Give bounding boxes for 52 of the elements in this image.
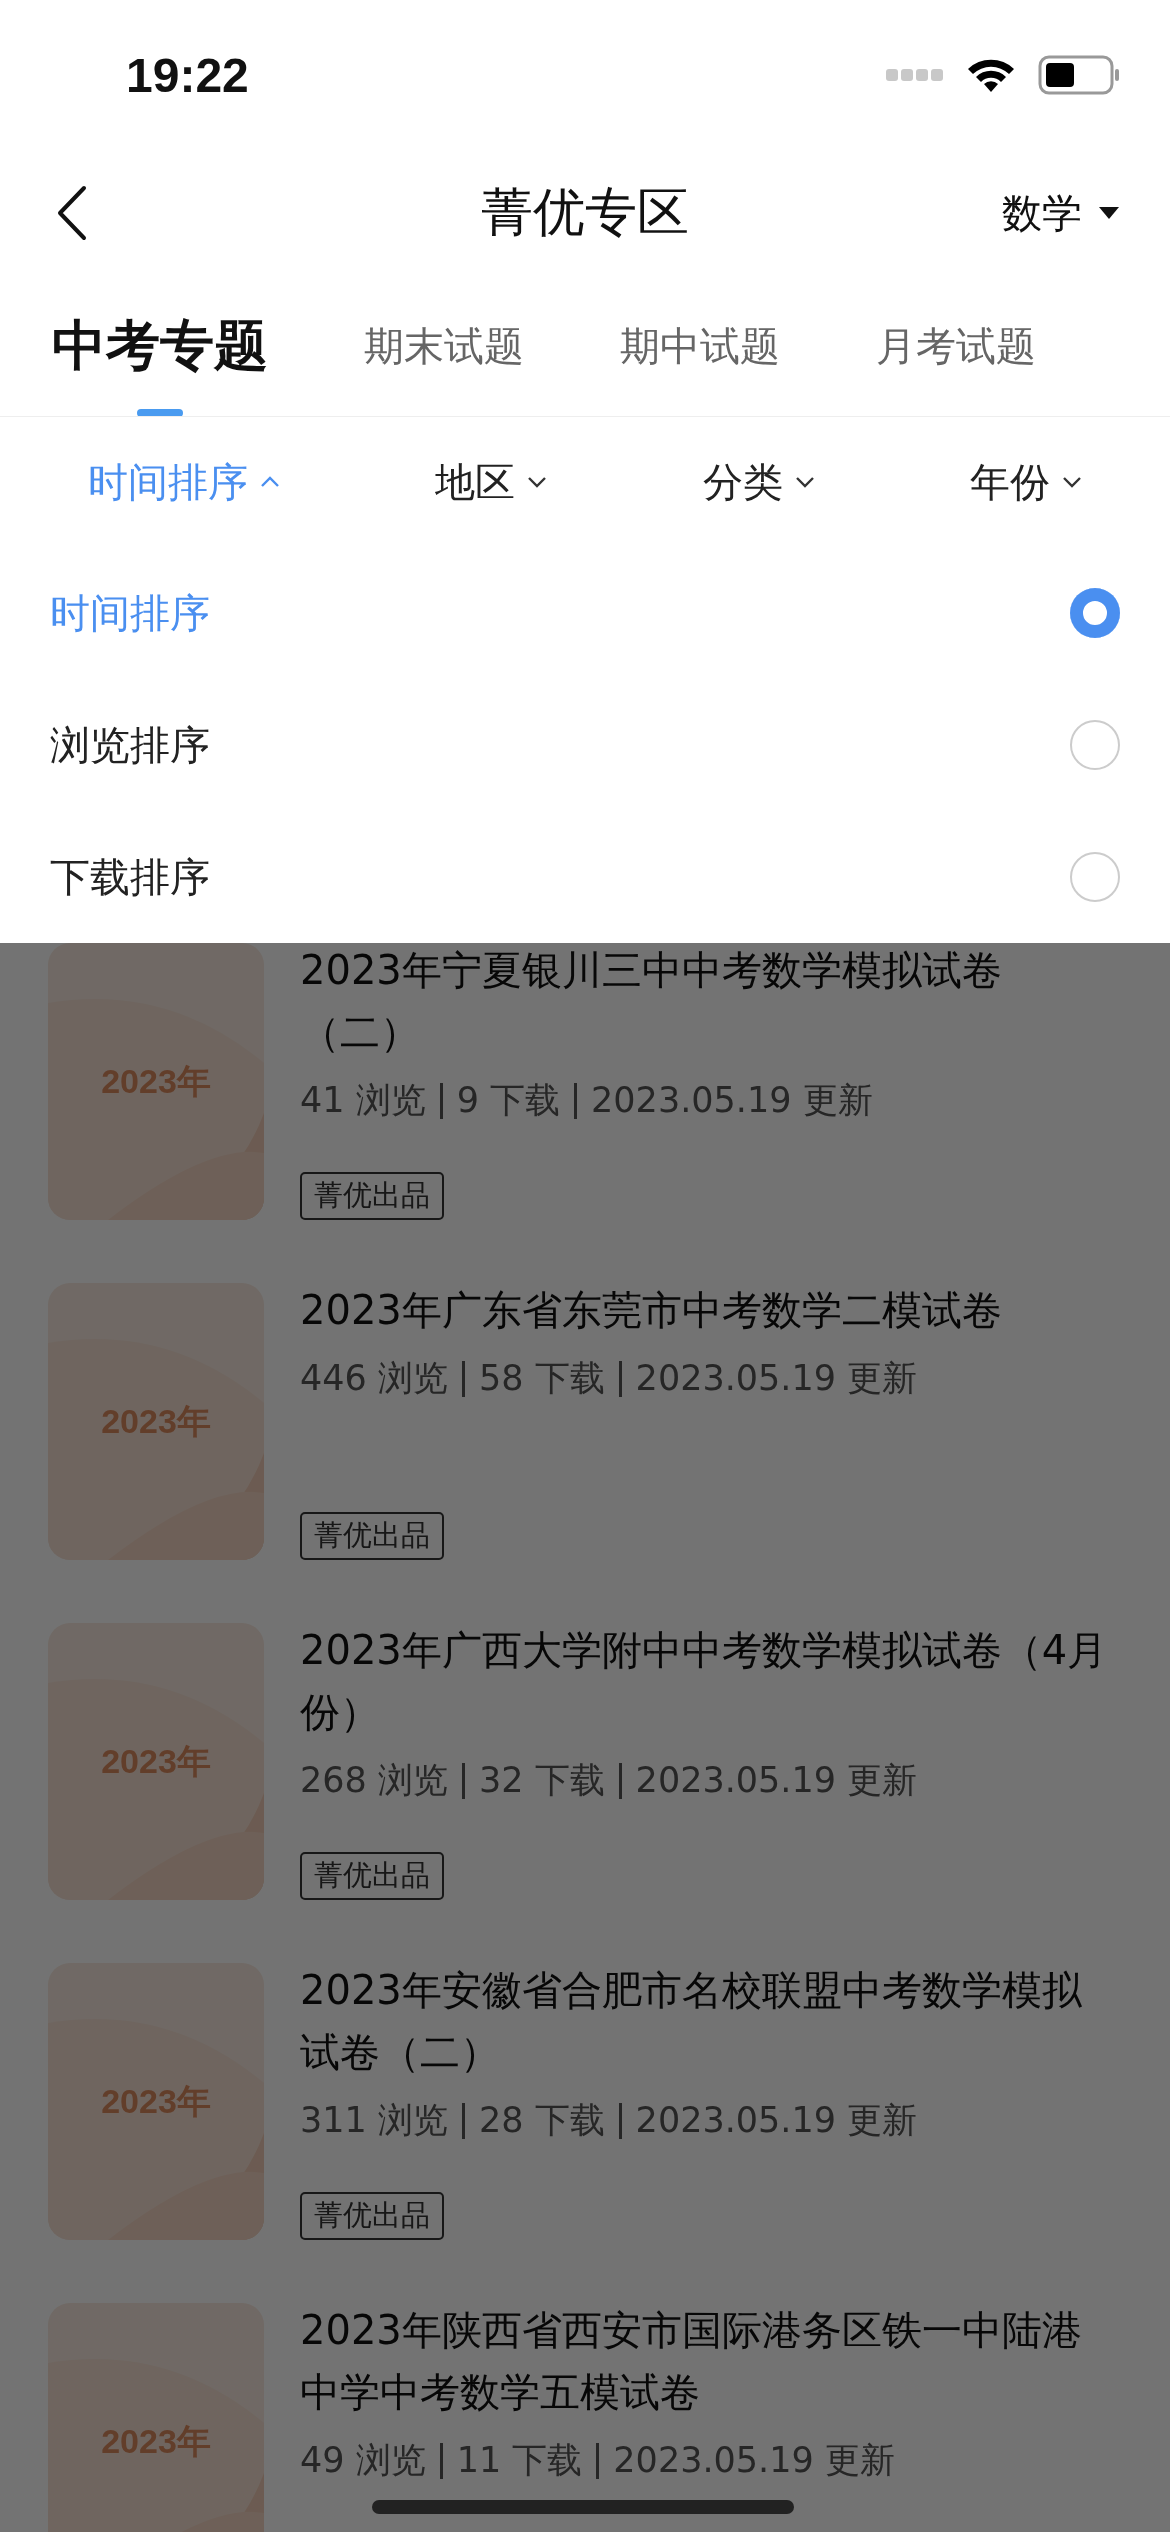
paper-title[interactable]: 2023年广西大学附中中考数学模拟试卷（4月份） <box>300 1619 1120 1743</box>
status-time: 19:22 <box>126 47 249 103</box>
view-count: 49 浏览 <box>300 2439 426 2482</box>
view-count: 446 浏览 <box>300 1357 448 1400</box>
filter-dropdown[interactable]: 地区 <box>435 454 548 510</box>
back-icon[interactable] <box>56 185 88 241</box>
tab-indicator <box>137 408 183 416</box>
sort-option[interactable]: 时间排序 <box>50 547 1120 679</box>
filter-dropdown[interactable]: 年份 <box>970 454 1083 510</box>
category-tab[interactable]: 中考专题 <box>52 309 268 383</box>
option-label: 下载排序 <box>50 852 210 902</box>
paper-title[interactable]: 2023年安徽省合肥市名校联盟中考数学模拟试卷（二） <box>300 1959 1120 2083</box>
option-label: 浏览排序 <box>50 720 210 770</box>
battery-icon <box>1038 55 1120 95</box>
chevron-icon <box>1062 476 1083 488</box>
signal-icon <box>886 68 944 82</box>
update-date: 2023.05.19 更新 <box>635 1357 918 1400</box>
view-count: 41 浏览 <box>300 1079 426 1122</box>
download-count: 11 下载 <box>456 2439 583 2482</box>
source-tag: 菁优出品 <box>300 1512 444 1560</box>
view-count: 268 浏览 <box>300 1759 448 1802</box>
category-tab[interactable]: 期中试题 <box>620 318 780 374</box>
download-count: 32 下载 <box>478 1759 605 1802</box>
radio-button[interactable] <box>1070 852 1120 902</box>
download-count: 28 下载 <box>478 2099 605 2142</box>
chevron-icon <box>259 476 280 488</box>
page-title: 菁优专区 <box>481 181 689 244</box>
option-label: 时间排序 <box>50 588 210 638</box>
dim-overlay[interactable] <box>0 943 1170 2532</box>
view-count: 311 浏览 <box>300 2099 448 2142</box>
download-count: 9 下载 <box>456 1079 561 1122</box>
source-tag: 菁优出品 <box>300 1172 444 1220</box>
update-date: 2023.05.19 更新 <box>635 1759 918 1802</box>
radio-button[interactable] <box>1070 720 1120 770</box>
filter-dropdown[interactable]: 分类 <box>702 454 815 510</box>
update-date: 2023.05.19 更新 <box>613 2439 895 2482</box>
paper-title[interactable]: 2023年广东省东莞市中考数学二模试卷 <box>300 1279 1120 1341</box>
radio-button[interactable] <box>1070 588 1120 638</box>
paper-title[interactable]: 2023年陕西省西安市国际港务区铁一中陆港中学中考数学五模试卷 <box>300 2299 1120 2423</box>
subject-dropdown[interactable]: 数学 <box>1002 185 1120 241</box>
update-date: 2023.05.19 更新 <box>635 2099 918 2142</box>
caret-icon <box>1098 206 1120 220</box>
category-tab[interactable]: 期末试题 <box>364 318 524 374</box>
sort-option[interactable]: 浏览排序 <box>50 679 1120 811</box>
chevron-icon <box>794 476 815 488</box>
category-tab[interactable]: 月考试题 <box>876 318 1036 374</box>
update-date: 2023.05.19 更新 <box>591 1079 873 1122</box>
chevron-icon <box>527 476 548 488</box>
source-tag: 菁优出品 <box>300 1852 444 1900</box>
download-count: 58 下载 <box>478 1357 605 1400</box>
source-tag: 菁优出品 <box>300 2192 444 2240</box>
filter-dropdown[interactable]: 时间排序 <box>87 454 280 510</box>
